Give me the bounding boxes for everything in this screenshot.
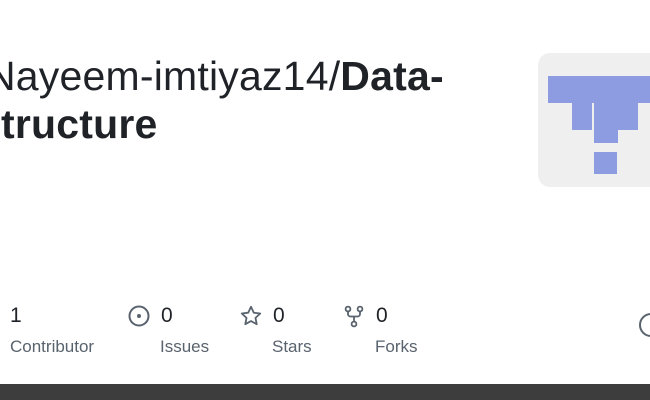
repo-title: Nayeem-imtiyaz14/Data- structure xyxy=(0,52,486,148)
identicon-image xyxy=(548,76,650,174)
repo-owner[interactable]: Nayeem-imtiyaz14/ xyxy=(0,53,340,99)
stat-contributors[interactable]: 1 Contributor xyxy=(10,300,94,358)
stat-forks[interactable]: 0 Forks xyxy=(342,300,418,358)
repo-name-part2[interactable]: structure xyxy=(0,100,486,148)
stat-stars-label: Stars xyxy=(272,337,312,356)
star-icon xyxy=(239,304,263,328)
stat-issues[interactable]: 0 Issues xyxy=(127,300,209,358)
fork-icon xyxy=(342,304,366,328)
repo-avatar xyxy=(538,53,650,187)
repo-name-part1[interactable]: Data- xyxy=(340,53,444,99)
repo-stats: 1 Contributor 0 Issues 0 Stars 0 Forks xyxy=(0,300,650,360)
stat-issues-label: Issues xyxy=(160,337,210,356)
stat-stars[interactable]: 0 Stars xyxy=(239,300,312,358)
issue-icon xyxy=(127,304,151,328)
bottom-bar xyxy=(0,384,650,400)
stat-stars-count: 0 xyxy=(273,304,285,327)
stat-forks-count: 0 xyxy=(376,304,388,327)
stat-forks-label: Forks xyxy=(375,337,418,356)
stat-contributors-count: 1 xyxy=(10,304,22,327)
github-logo-icon xyxy=(638,312,650,338)
stat-issues-count: 0 xyxy=(161,304,173,327)
stat-contributors-label: Contributor xyxy=(10,337,95,356)
